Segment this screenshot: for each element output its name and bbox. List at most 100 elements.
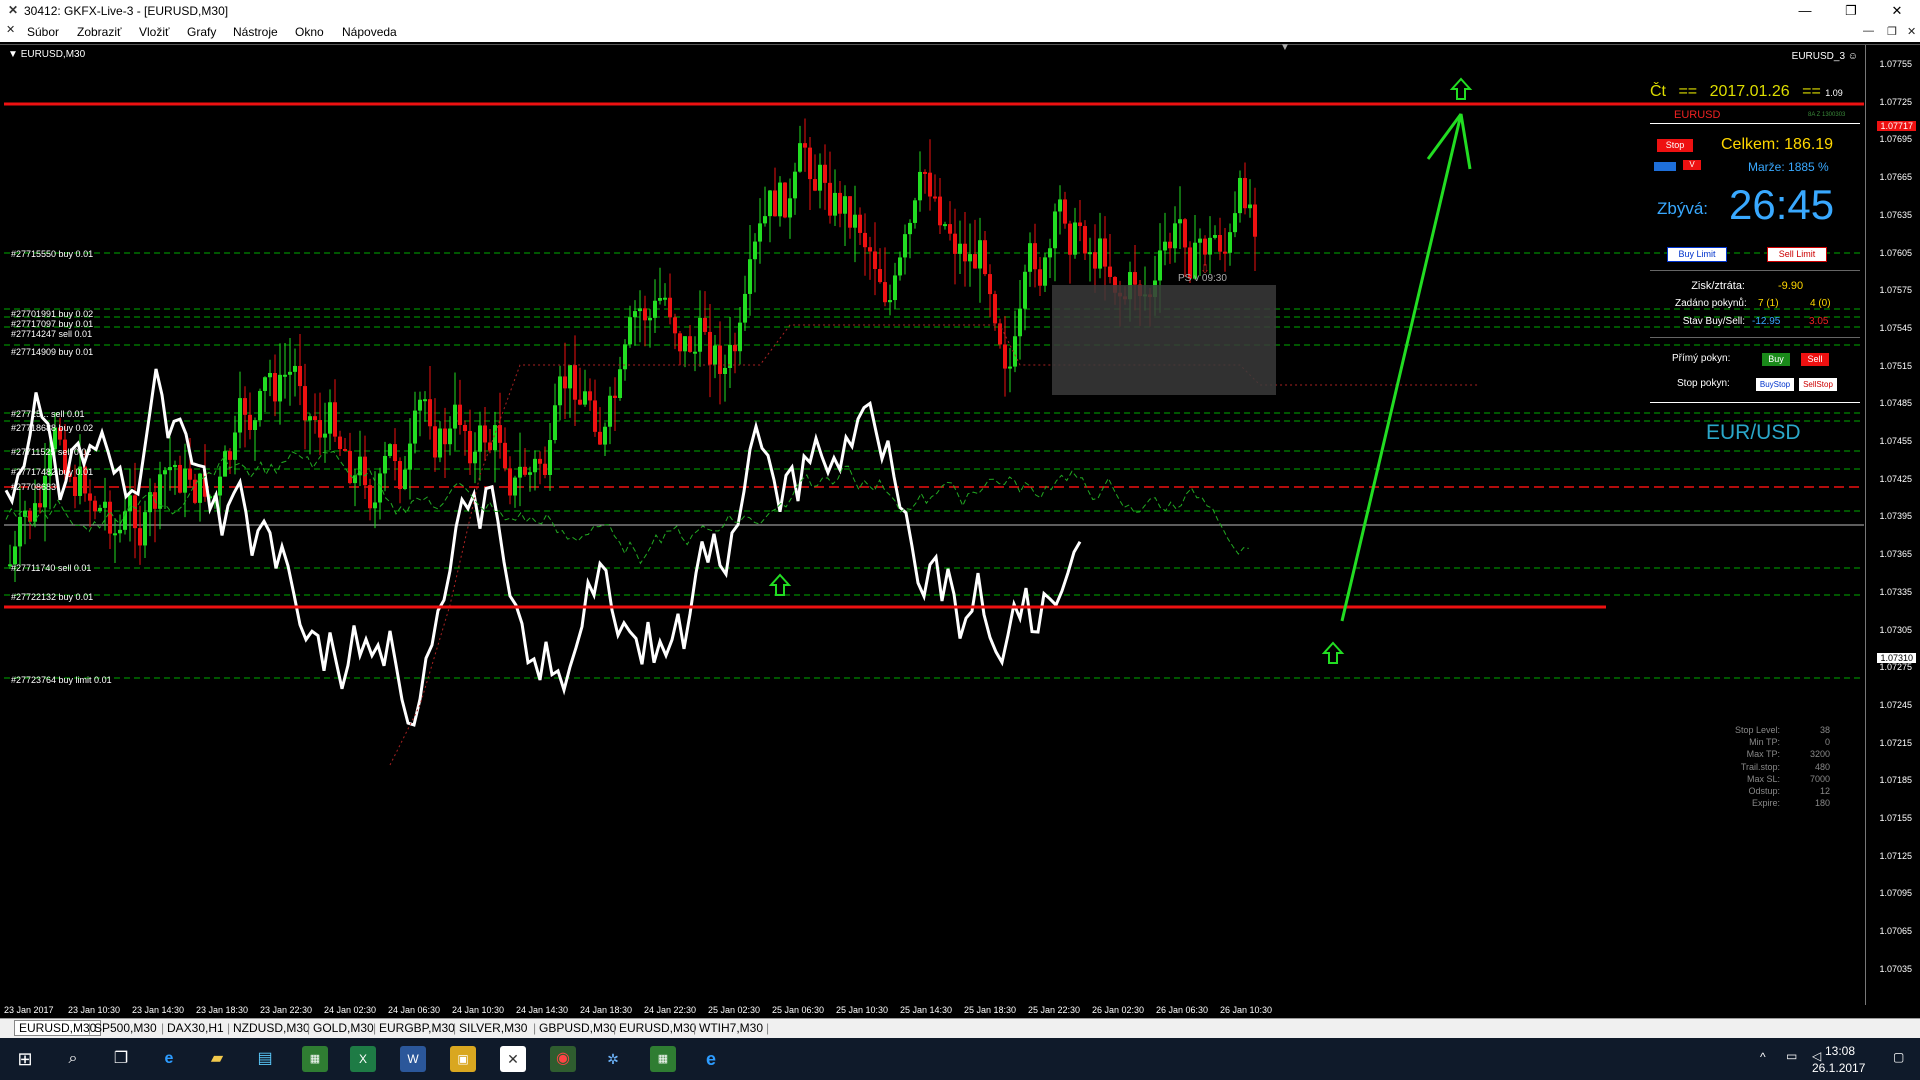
tab-separator: | [613, 1021, 617, 1035]
menu-insert[interactable]: Vložiť [139, 25, 170, 39]
network-app-icon[interactable]: ✲ [600, 1046, 626, 1072]
symbol-tab[interactable]: WTIH7,M30 [699, 1021, 763, 1035]
candle-body [393, 444, 397, 462]
symbol-tab[interactable]: GOLD,M30 [313, 1021, 374, 1035]
excel-icon[interactable]: X [350, 1046, 376, 1072]
symbol-tab[interactable]: EURGBP,M30 [379, 1021, 455, 1035]
symbol-tabs: EURUSD,M30 | SP500,M30 | DAX30,H1 | NZDUSD,M30… [0, 1018, 1920, 1039]
order-label[interactable]: #27701991 buy 0.02 [11, 309, 93, 319]
internet-explorer-icon[interactable]: e [698, 1046, 724, 1072]
panel-date-row: Čt == 2017.01.26 == 1.09 [1650, 83, 1843, 101]
sell-limit-button[interactable]: Sell Limit [1767, 247, 1827, 262]
candle-body [613, 395, 617, 398]
candle-body [313, 416, 317, 421]
order-label[interactable]: #27714247 sell 0.01 [11, 329, 92, 339]
order-label[interactable]: #27711740 sell 0.01 [11, 563, 91, 573]
menu-charts[interactable]: Grafy [187, 25, 216, 39]
candle-body [888, 300, 892, 303]
mdi-restore-icon[interactable]: ❐ [1887, 25, 1897, 38]
order-label[interactable]: #27714909 buy 0.01 [11, 347, 93, 357]
menu-view[interactable]: Zobraziť [77, 25, 122, 39]
sell-button[interactable]: Sell [1801, 353, 1829, 366]
menu-help[interactable]: Nápoveda [342, 25, 397, 39]
candle-body [278, 374, 282, 402]
candle-body [418, 399, 422, 411]
buy-button[interactable]: Buy [1762, 353, 1790, 366]
buy-stop-button[interactable]: BuyStop [1756, 378, 1794, 391]
candle-body [18, 516, 22, 547]
clock-date[interactable]: 26.1.2017 [1812, 1061, 1865, 1075]
candle-body [1213, 234, 1217, 238]
task-view-icon[interactable]: ❐ [108, 1046, 134, 1072]
order-label[interactable]: #27708683 [11, 482, 56, 492]
menu-tools[interactable]: Nástroje [233, 25, 278, 39]
candle-body [698, 317, 702, 352]
candle-body [808, 147, 812, 180]
candle-body [498, 425, 502, 443]
blue-toggle-button[interactable] [1654, 162, 1676, 171]
candle-body [1183, 219, 1187, 248]
network-tray-icon[interactable]: ▭ [1786, 1049, 1797, 1063]
symbol-tab[interactable]: NZDUSD,M30 [233, 1021, 310, 1035]
order-label[interactable]: #27723764 buy limit 0.01 [11, 675, 112, 685]
store-icon[interactable]: ▤ [252, 1046, 278, 1072]
mdi-minimize-icon[interactable]: — [1863, 25, 1874, 37]
candle-body [1093, 252, 1097, 269]
search-icon[interactable]: ⌕ [60, 1046, 86, 1072]
sell-stop-button[interactable]: SellStop [1799, 378, 1837, 391]
folder-app-icon[interactable]: ▣ [450, 1046, 476, 1072]
candle-body [343, 448, 347, 451]
edge-icon[interactable]: e [156, 1046, 182, 1072]
windows-start-icon[interactable]: ⊞ [12, 1046, 38, 1072]
candle-body [958, 243, 962, 254]
app-icon-1[interactable]: ▦ [302, 1046, 328, 1072]
order-label[interactable]: #27717482 buy 0.01 [11, 467, 93, 477]
price-chart[interactable]: ⇩ [0, 45, 1920, 1015]
price-scale[interactable]: 1.07755 1.07725 1.07695 1.07665 1.07635 1.076… [1865, 45, 1920, 1005]
v-toggle-button[interactable]: V [1683, 160, 1701, 170]
candle-body [133, 495, 137, 529]
symbol-tab[interactable]: EURUSD,M30 [619, 1021, 696, 1035]
minimize-button[interactable]: — [1782, 0, 1828, 22]
candle-body [718, 345, 722, 374]
file-explorer-icon[interactable]: ▰ [204, 1046, 230, 1072]
clock-time[interactable]: 13:08 [1825, 1044, 1855, 1058]
restore-button[interactable]: ❐ [1828, 0, 1874, 22]
symbol-tab[interactable]: DAX30,H1 [167, 1021, 224, 1035]
chart-shift-marker[interactable]: ▼ [1280, 42, 1290, 53]
order-label[interactable]: #27725... sell 0.01 [11, 409, 85, 419]
close-button[interactable]: ✕ [1874, 0, 1920, 22]
menu-file[interactable]: Súbor [27, 25, 59, 39]
candle-body [1163, 241, 1167, 251]
notifications-icon[interactable]: ▢ [1893, 1050, 1904, 1064]
chrome-icon[interactable]: ◉ [550, 1046, 576, 1072]
symbol-tab[interactable]: GBPUSD,M30 [539, 1021, 616, 1035]
buy-limit-button[interactable]: Buy Limit [1667, 247, 1727, 262]
metatrader-icon[interactable]: ✕ [500, 1046, 526, 1072]
time-tick-label: 24 Jan 10:30 [452, 1005, 505, 1015]
candle-body [673, 317, 677, 334]
candle-body [113, 533, 117, 536]
order-label[interactable]: #27718688 buy 0.02 [11, 423, 93, 433]
candle-body [708, 331, 712, 365]
order-label[interactable]: #27717097 buy 0.01 [11, 319, 93, 329]
candle-body [608, 395, 612, 427]
candle-body [993, 294, 997, 324]
order-label[interactable]: #27722132 buy 0.01 [11, 592, 93, 602]
price-tick-label: 1.07605 [1879, 247, 1912, 258]
symbol-tab[interactable]: SP500,M30 [94, 1021, 157, 1035]
candle-body [1223, 251, 1227, 254]
mdi-close-icon[interactable]: ✕ [1907, 25, 1916, 38]
chart-area[interactable]: ⇩ ▼ EURUSD,M30 EURUSD_3 ☺ PS v 09:30 #27… [0, 42, 1920, 1015]
app-icon-2[interactable]: ▦ [650, 1046, 676, 1072]
order-label[interactable]: #27711525 sell 0.02 [11, 447, 91, 457]
time-tick-label: 26 Jan 10:30 [1220, 1005, 1273, 1015]
order-label[interactable]: #27715550 buy 0.01 [11, 249, 93, 259]
symbol-tab[interactable]: SILVER,M30 [459, 1021, 527, 1035]
info-value: 38 [1819, 725, 1830, 735]
tray-expand-icon[interactable]: ^ [1760, 1050, 1766, 1064]
menu-window[interactable]: Okno [295, 25, 324, 39]
stop-button[interactable]: Stop [1657, 139, 1693, 152]
candle-body [253, 420, 257, 430]
word-icon[interactable]: W [400, 1046, 426, 1072]
